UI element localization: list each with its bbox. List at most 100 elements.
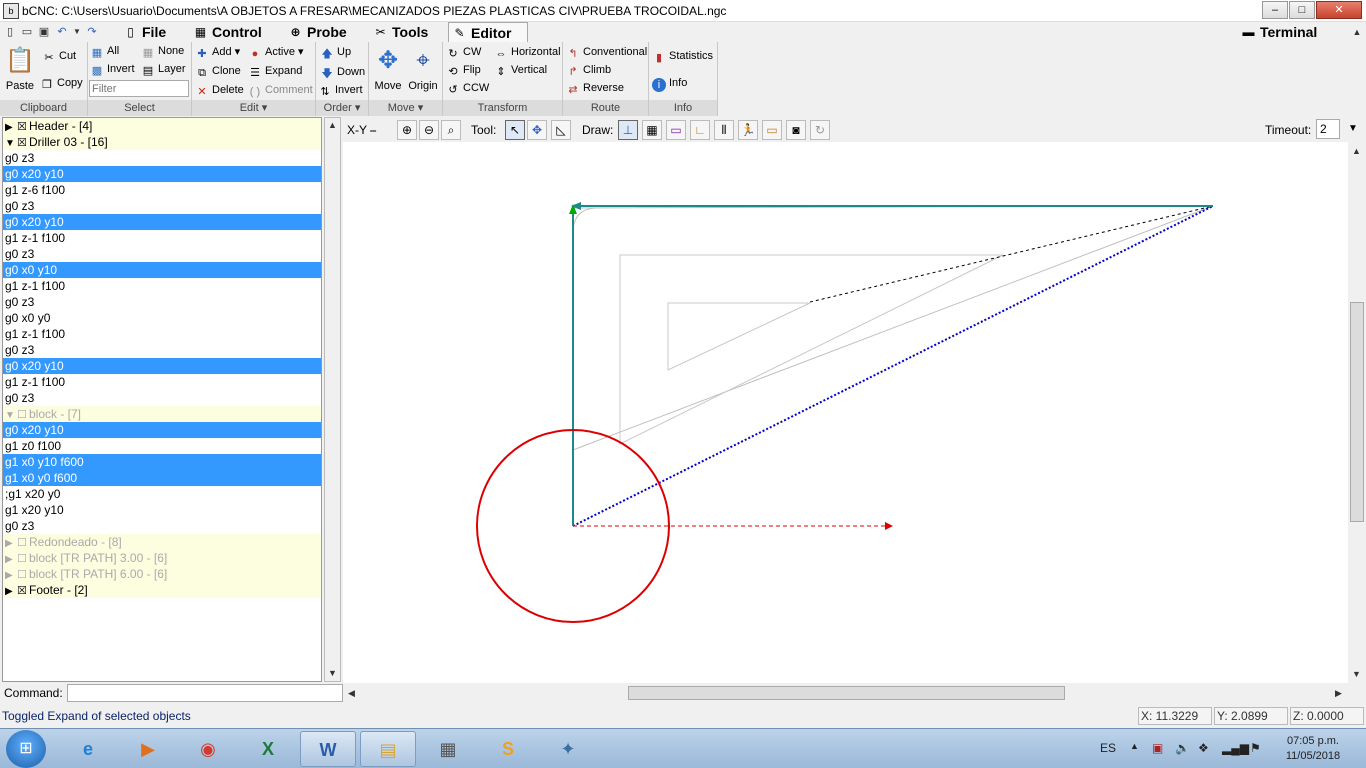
gcode-line[interactable]: g1 z-1 f100 [3, 278, 321, 294]
rotate-cw-button[interactable]: ↻ CW [446, 44, 481, 61]
gcode-line-selected[interactable]: g0 x20 y10 [3, 422, 321, 438]
flip-button[interactable]: ⟲ Flip [446, 62, 480, 79]
block-row[interactable]: ▼ ☒ Driller 03 - [16] [3, 134, 321, 150]
chrome-taskbar-icon[interactable]: ◉ [180, 731, 236, 767]
rapid-toggle-icon[interactable]: 🏃 [738, 120, 758, 140]
close-button[interactable]: ✕ [1316, 1, 1362, 19]
info-button[interactable]: i Info [652, 75, 687, 92]
gcode-line[interactable]: g1 z-1 f100 [3, 374, 321, 390]
tab-file[interactable]: ▯ File [120, 22, 166, 42]
move-button[interactable]: ✥ Move [371, 46, 405, 98]
new-file-icon[interactable]: ▯ [3, 25, 17, 39]
canvas-vscroll-thumb[interactable] [1350, 302, 1364, 522]
gcode-line[interactable]: g0 z3 [3, 246, 321, 262]
gcode-line[interactable]: g0 z3 [3, 150, 321, 166]
probe-toggle-icon[interactable]: ⫴ [714, 120, 734, 140]
active-button[interactable]: ● Active ▾ [248, 44, 304, 61]
select-all-button[interactable]: ▦ All [90, 43, 119, 60]
tab-editor[interactable]: ✎ Editor [448, 22, 528, 42]
language-indicator[interactable]: ES [1100, 741, 1116, 755]
checked-box-icon[interactable]: ☒ [17, 135, 29, 151]
gcode-line-selected[interactable]: g1 x0 y0 f600 [3, 470, 321, 486]
origin-button[interactable]: ⌖ Origin [406, 46, 440, 98]
climb-button[interactable]: ↱ Climb [566, 62, 611, 79]
sublime-text-taskbar-icon[interactable]: S [480, 731, 536, 767]
statistics-button[interactable]: ▮ Statistics [652, 48, 713, 65]
gcode-line[interactable]: ;g1 x20 y0 [3, 486, 321, 502]
gcode-editor-list[interactable]: ▶ ☒ Header - [4] ▼ ☒ Driller 03 - [16] g0 z3 g0… [2, 117, 322, 682]
word-taskbar-icon[interactable]: W [300, 731, 356, 767]
gcode-line[interactable]: g0 z3 [3, 342, 321, 358]
command-input[interactable] [67, 684, 343, 702]
undo-icon[interactable]: ↶ [55, 25, 69, 39]
gcode-line[interactable]: g0 x0 y0 [3, 310, 321, 326]
open-folder-icon[interactable]: ▭ [20, 25, 34, 39]
zoom-in-icon[interactable]: ⊕ [397, 120, 417, 140]
gcode-line-selected[interactable]: g0 x0 y10 [3, 262, 321, 278]
axes-toggle-icon[interactable]: ⊥ [618, 120, 638, 140]
select-invert-button[interactable]: ▩ Invert [90, 61, 135, 78]
file-explorer-taskbar-icon[interactable]: ▤ [360, 731, 416, 767]
filter-input[interactable] [89, 80, 189, 97]
menu-collapse-icon[interactable]: ▲ [1350, 25, 1364, 39]
block-row[interactable]: ▼ ☐ block - [7] [3, 406, 321, 422]
view-select[interactable]: X-Y ⎯ [347, 120, 376, 140]
refresh-icon[interactable]: ↻ [810, 120, 830, 140]
timeout-dropdown-icon[interactable]: ▼ [1343, 120, 1363, 140]
save-icon[interactable]: ▣ [37, 25, 51, 39]
canvas-scroll-down-icon[interactable]: ▼ [1349, 667, 1364, 682]
canvas-scroll-left-icon[interactable]: ◀ [344, 686, 359, 701]
action-center-flag-icon[interactable]: ⚑ [1250, 741, 1261, 755]
unchecked-box-icon[interactable]: ☐ [17, 567, 29, 583]
toolpath-canvas[interactable] [343, 142, 1348, 683]
expand-button[interactable]: ☰ Expand [248, 63, 302, 80]
unchecked-box-icon[interactable]: ☐ [17, 551, 29, 567]
toolpath-drawing[interactable] [343, 142, 1348, 683]
select-layer-button[interactable]: ▤ Layer [141, 61, 186, 78]
gcode-line[interactable]: g0 z3 [3, 390, 321, 406]
camera-toggle-icon[interactable]: ◙ [786, 120, 806, 140]
margins-toggle-icon[interactable]: ▭ [666, 120, 686, 140]
block-row[interactable]: ▶ ☒ Header - [4] [3, 118, 321, 134]
gcode-line[interactable]: g1 z-1 f100 [3, 230, 321, 246]
gcode-line[interactable]: g0 z3 [3, 198, 321, 214]
block-row[interactable]: ▶ ☐ block [TR PATH] 3.00 - [6] [3, 550, 321, 566]
add-button[interactable]: ✚ Add ▾ [195, 44, 240, 61]
select-tool-icon[interactable]: ↖ [505, 120, 525, 140]
canvas-horizontal-scrollbar[interactable]: ◀ ▶ [343, 685, 1348, 702]
block-row[interactable]: ▶ ☐ Redondeado - [8] [3, 534, 321, 550]
checked-box-icon[interactable]: ☒ [17, 583, 29, 599]
volume-icon[interactable]: 🔈 [1175, 741, 1190, 755]
rotate-ccw-button[interactable]: ↺ CCW [446, 80, 489, 97]
block-row[interactable]: ▶ ☐ block [TR PATH] 6.00 - [6] [3, 566, 321, 582]
paths-toggle-icon[interactable]: ▭ [762, 120, 782, 140]
copy-button[interactable]: ❐ Copy [40, 75, 83, 92]
gcode-line-selected[interactable]: g0 x20 y10 [3, 358, 321, 374]
excel-taskbar-icon[interactable]: X [240, 731, 296, 767]
python-taskbar-icon[interactable]: ✦ [540, 731, 596, 767]
ruler-tool-icon[interactable]: ◺ [551, 120, 571, 140]
mirror-vertical-button[interactable]: ⇕ Vertical [494, 62, 547, 79]
move-down-button[interactable]: 🡇 Down [320, 64, 365, 81]
redo-icon[interactable]: ↷ [85, 25, 99, 39]
checked-box-icon[interactable]: ☒ [17, 119, 29, 135]
internet-explorer-taskbar-icon[interactable]: e [60, 731, 116, 767]
tab-tools[interactable]: ✂ Tools [370, 22, 428, 42]
gcode-line[interactable]: g0 z3 [3, 294, 321, 310]
gcode-line-selected[interactable]: g0 x20 y10 [3, 166, 321, 182]
tab-control[interactable]: ▦ Control [190, 22, 262, 42]
mirror-horizontal-button[interactable]: ⇔ Horizontal [494, 44, 561, 61]
tray-expand-icon[interactable]: ▲ [1130, 741, 1139, 751]
gcode-line[interactable]: g1 x20 y10 [3, 502, 321, 518]
calculator-taskbar-icon[interactable]: ▦ [420, 731, 476, 767]
gcode-line[interactable]: g0 z3 [3, 518, 321, 534]
unchecked-box-icon[interactable]: ☐ [17, 407, 29, 423]
scroll-up-icon[interactable]: ▲ [325, 118, 340, 133]
move-up-button[interactable]: 🡅 Up [320, 44, 351, 61]
zoom-out-icon[interactable]: ⊖ [419, 120, 439, 140]
comment-button[interactable]: ( ) Comment [248, 82, 313, 99]
reverse-button[interactable]: ⇄ Reverse [566, 80, 624, 97]
select-none-button[interactable]: ▦ None [141, 43, 185, 60]
paste-button[interactable]: 📋 Paste [2, 46, 38, 98]
workarea-toggle-icon[interactable]: ∟ [690, 120, 710, 140]
